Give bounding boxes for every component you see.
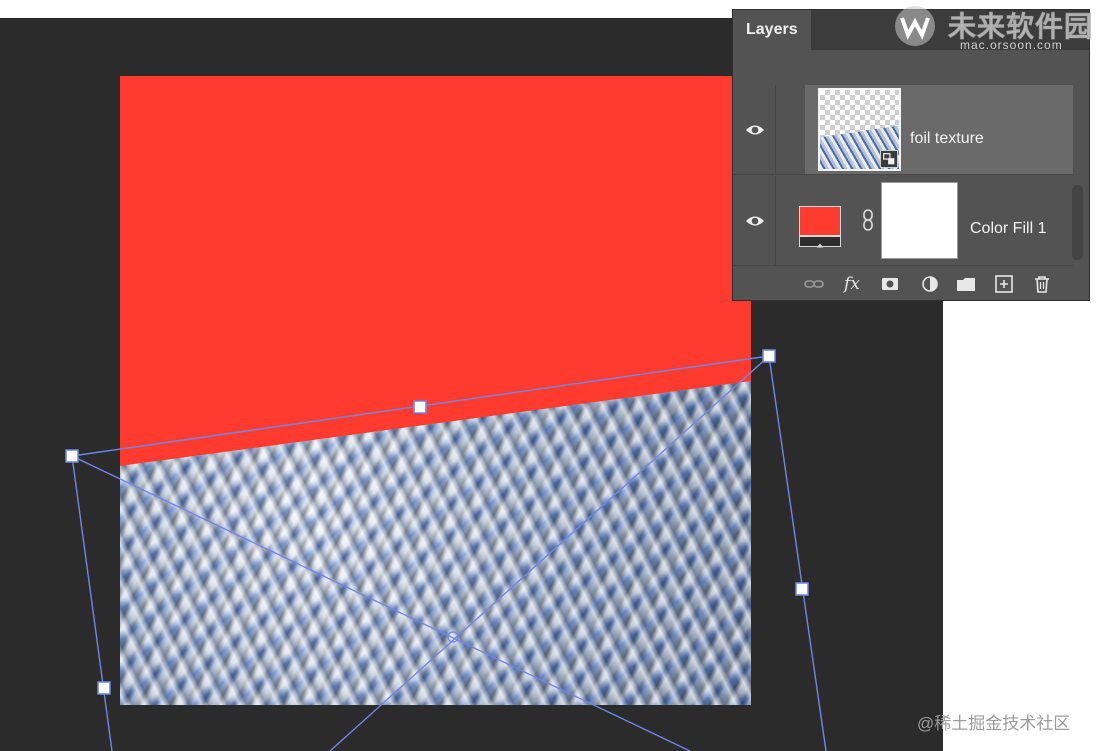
transform-handle-middle-right[interactable] [795, 582, 809, 596]
adjustment-layer-icon[interactable] [919, 273, 941, 295]
panel-footer-toolbar: fx [733, 268, 1089, 300]
mask-link-icon[interactable] [861, 209, 875, 231]
divider [733, 174, 1073, 175]
transform-handle-middle-left[interactable] [97, 681, 111, 695]
transform-handle-top-center[interactable] [413, 400, 427, 414]
transform-handle-top-right[interactable] [762, 349, 776, 363]
visibility-eye-icon[interactable] [745, 121, 765, 139]
new-layer-icon[interactable] [993, 273, 1015, 295]
panel-scrollbar[interactable] [1072, 185, 1083, 260]
fill-layer-icon [799, 236, 841, 248]
transform-handle-top-left[interactable] [65, 449, 79, 463]
layer-name-foil-texture[interactable]: foil texture [910, 130, 984, 148]
fx-icon[interactable]: fx [841, 273, 863, 295]
layers-panel: Layers foil texture Color Fill 1 fx [732, 9, 1090, 301]
layer-row-color-fill[interactable]: Color Fill 1 [733, 176, 1073, 266]
divider [733, 265, 1073, 266]
smart-object-icon [880, 150, 898, 168]
watermark-logo-icon [893, 4, 937, 48]
add-mask-icon[interactable] [879, 273, 901, 295]
layer-mask-thumbnail[interactable] [881, 182, 958, 259]
document-canvas[interactable] [120, 76, 751, 705]
trash-icon[interactable] [1031, 273, 1053, 295]
link-layers-icon[interactable] [803, 273, 825, 295]
layer-name-color-fill[interactable]: Color Fill 1 [970, 220, 1046, 238]
watermark-site-url: mac.orsoon.com [960, 38, 1063, 52]
divider [775, 176, 776, 266]
divider [775, 85, 776, 175]
visibility-eye-icon[interactable] [745, 212, 765, 230]
layer-thumbnail-foil [818, 88, 901, 171]
tab-layers[interactable]: Layers [733, 10, 811, 50]
credit-watermark: @稀土掘金技术社区 [917, 714, 1071, 733]
new-group-icon[interactable] [955, 273, 977, 295]
fill-color-swatch[interactable] [799, 206, 841, 236]
layer-row-foil-texture[interactable]: foil texture [733, 85, 1073, 175]
